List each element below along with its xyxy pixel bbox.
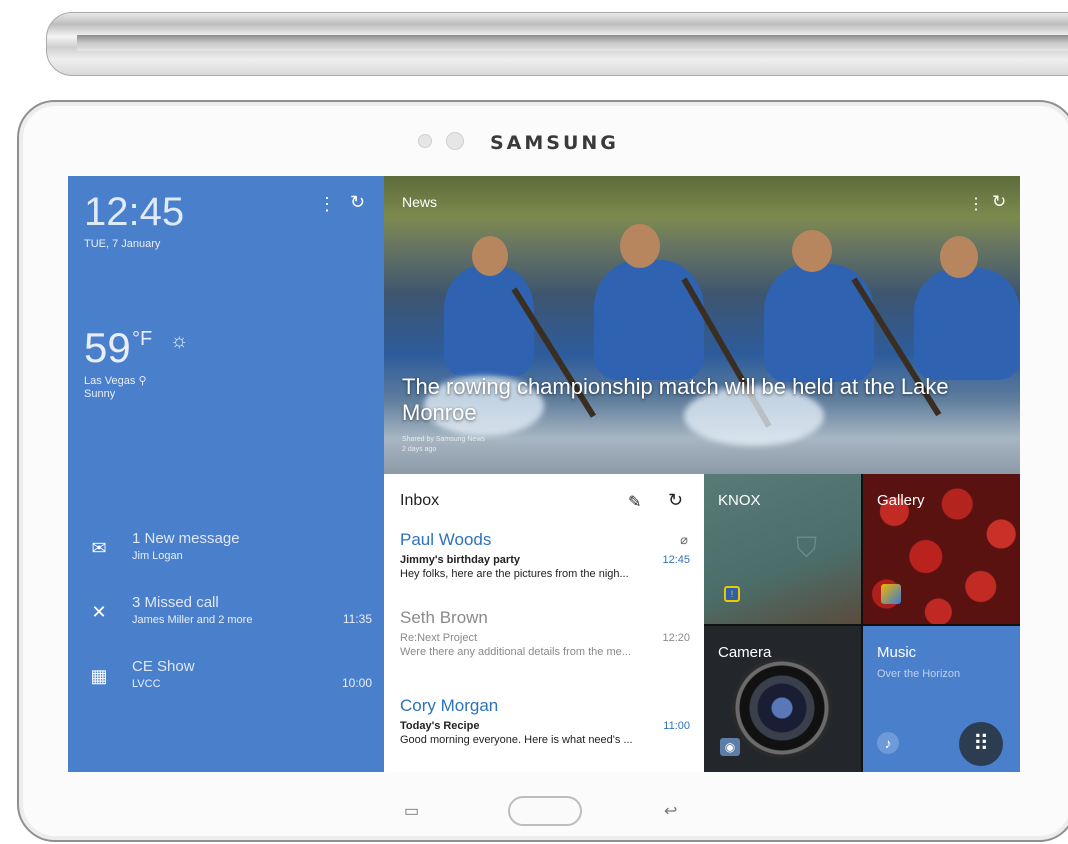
- notification-detail: Jim Logan: [132, 550, 183, 562]
- clock-date: TUE, 7 January: [84, 238, 161, 250]
- refresh-icon[interactable]: ↻: [992, 192, 1006, 212]
- email-item[interactable]: Seth Brown Re:Next Project Were there an…: [400, 608, 690, 658]
- notification-item[interactable]: ▦ CE Show LVCC 10:00: [68, 656, 384, 706]
- news-title: News: [402, 194, 438, 210]
- news-source: Shared by Samsung News: [402, 436, 485, 443]
- tile-label: Music: [877, 644, 917, 661]
- camera-lens-image: [732, 658, 832, 758]
- knox-shield-icon: ⛉: [796, 532, 818, 563]
- apps-grid-icon[interactable]: ⠿: [959, 722, 1003, 766]
- left-widget-panel: 12:45 TUE, 7 January ⋮ ↻ 59 °F ☼ Las Veg…: [68, 176, 384, 772]
- music-track: Over the Horizon: [877, 668, 961, 680]
- notification-title: 3 Missed call: [132, 594, 219, 611]
- news-photo-rower: [914, 268, 1020, 380]
- weather-city: Las Vegas ⚲: [84, 375, 147, 387]
- news-photo-head: [620, 224, 660, 268]
- refresh-icon[interactable]: ↻: [350, 192, 365, 213]
- tile-label: KNOX: [718, 492, 761, 509]
- email-item[interactable]: Cory Morgan Today's Recipe Good morning …: [400, 696, 690, 746]
- knox-tile[interactable]: KNOX ⛉ !: [704, 474, 861, 624]
- news-photo-rower: [594, 260, 704, 380]
- news-photo-head: [472, 236, 508, 276]
- envelope-icon: ✉: [91, 538, 107, 558]
- email-sender: Paul Woods: [400, 530, 492, 549]
- brand-logo: SAMSUNG: [490, 132, 619, 154]
- email-subject: Re:Next Project: [400, 632, 478, 644]
- email-preview: Were there any additional details from t…: [400, 646, 631, 658]
- news-photo-head: [940, 236, 978, 278]
- home-screen: 12:45 TUE, 7 January ⋮ ↻ 59 °F ☼ Las Veg…: [68, 176, 1020, 772]
- email-time: 12:20: [662, 632, 690, 644]
- notification-title: 1 New message: [132, 530, 240, 547]
- camera-tile[interactable]: Camera ◉: [704, 626, 861, 772]
- attachment-icon: ⌀: [680, 532, 688, 547]
- missed-call-icon: ✕: [91, 602, 107, 622]
- gallery-icon: [881, 584, 901, 604]
- menu-icon[interactable]: ⋮: [968, 194, 984, 214]
- knox-icon: !: [724, 586, 740, 602]
- email-preview: Good morning everyone. Here is what need…: [400, 734, 633, 746]
- notification-time: 10:00: [341, 676, 372, 690]
- music-tile[interactable]: Music Over the Horizon ♪ ⠿: [863, 626, 1020, 772]
- tile-label: Gallery: [877, 492, 925, 509]
- email-subject: Jimmy's birthday party: [400, 554, 520, 566]
- recent-apps-icon[interactable]: ▭: [404, 801, 419, 821]
- menu-icon[interactable]: ⋮: [318, 194, 336, 215]
- clock-time: 12:45: [84, 190, 185, 234]
- news-photo-head: [792, 230, 832, 272]
- news-headline[interactable]: The rowing championship match will be he…: [402, 374, 962, 426]
- inbox-widget: Inbox ✎ ↻ Paul Woods ⌀ Jimmy's birthday …: [384, 474, 704, 772]
- notification-title: CE Show: [132, 658, 195, 675]
- weather-condition: Sunny: [84, 388, 116, 400]
- camera-icon: ◉: [720, 738, 740, 756]
- home-button[interactable]: [508, 796, 582, 826]
- notification-detail: LVCC: [132, 678, 161, 690]
- compose-icon[interactable]: ✎: [628, 492, 641, 512]
- refresh-icon[interactable]: ↻: [668, 490, 683, 511]
- location-pin-icon: ⚲: [138, 375, 147, 387]
- back-icon[interactable]: ↩: [664, 801, 677, 821]
- weather-unit: °F: [132, 328, 153, 350]
- notification-detail: James Miller and 2 more: [132, 614, 253, 626]
- tablet-edge-bezel: [77, 35, 1068, 51]
- tile-label: Camera: [718, 644, 772, 661]
- notification-item[interactable]: ✕ 3 Missed call James Miller and 2 more …: [68, 592, 384, 642]
- news-photo-rower: [444, 266, 534, 376]
- email-sender: Cory Morgan: [400, 696, 499, 715]
- weather-temperature: 59: [84, 324, 131, 371]
- notification-item[interactable]: ✉ 1 New message Jim Logan: [68, 528, 384, 578]
- news-widget[interactable]: News ⋮ ↻ The rowing championship match w…: [384, 176, 1020, 474]
- calendar-icon: ▦: [90, 666, 108, 686]
- front-camera: [446, 132, 464, 150]
- news-age: 2 days ago: [402, 446, 437, 453]
- inbox-title: Inbox: [400, 492, 440, 509]
- email-subject: Today's Recipe: [400, 720, 480, 732]
- gallery-tile[interactable]: Gallery: [863, 474, 1020, 624]
- email-time: 11:00: [663, 720, 690, 732]
- notification-time: 11:35: [342, 612, 372, 626]
- email-time: 12:45: [662, 554, 690, 566]
- music-note-icon: ♪: [877, 732, 899, 754]
- sun-icon: ☼: [170, 330, 189, 352]
- email-preview: Hey folks, here are the pictures from th…: [400, 568, 629, 580]
- email-item[interactable]: Paul Woods ⌀ Jimmy's birthday party Hey …: [400, 530, 690, 580]
- email-sender: Seth Brown: [400, 608, 488, 627]
- light-sensor: [418, 134, 432, 148]
- tablet-top-edge: [46, 12, 1068, 76]
